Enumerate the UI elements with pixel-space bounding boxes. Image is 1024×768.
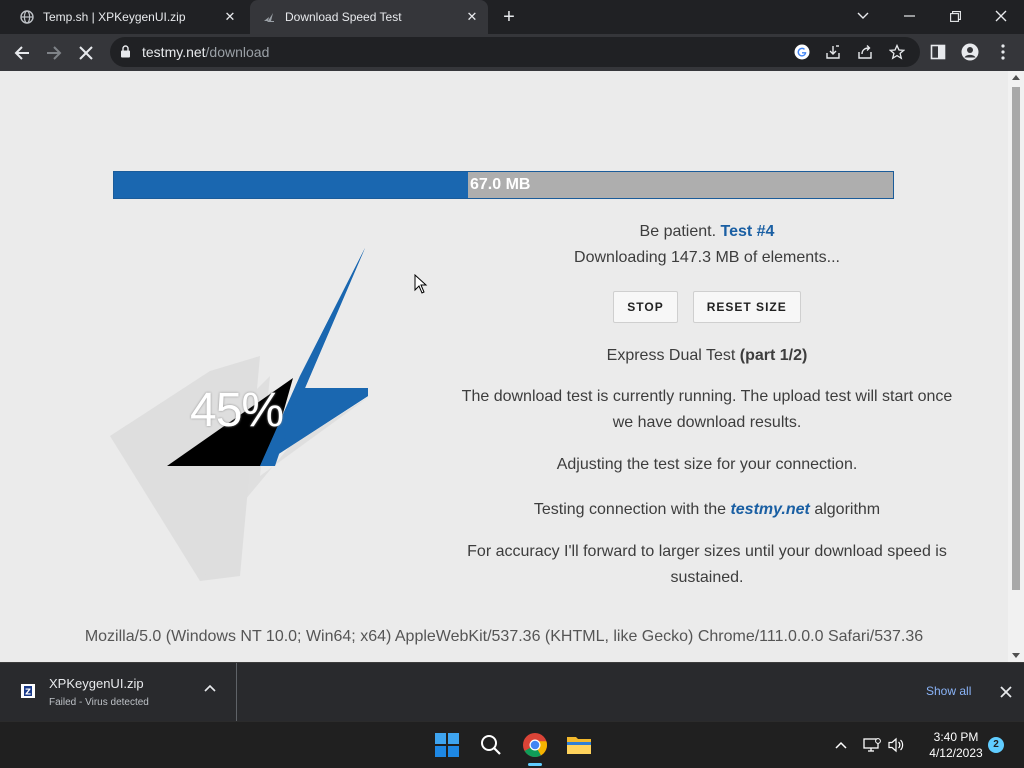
reset-size-button[interactable]: RESET SIZE xyxy=(692,291,801,323)
clock-date: 4/12/2023 xyxy=(929,746,983,760)
page-scrollbar[interactable] xyxy=(1008,71,1024,662)
google-icon[interactable] xyxy=(793,43,811,61)
scroll-up-icon[interactable] xyxy=(1012,75,1020,80)
tab-close-icon[interactable]: ✕ xyxy=(464,9,480,25)
download-item[interactable]: Z XPKeygenUI.zip Failed - Virus detected xyxy=(0,663,237,721)
chevron-up-tray-icon[interactable] xyxy=(832,736,850,754)
chevron-up-icon[interactable] xyxy=(204,684,216,692)
active-app-indicator xyxy=(528,763,542,766)
test-info-panel: Be patient. Test #4 Downloading 147.3 MB… xyxy=(456,219,958,591)
downloading-line: Downloading 147.3 MB of elements... xyxy=(574,249,840,266)
notification-badge[interactable]: 2 xyxy=(988,737,1004,753)
profile-icon[interactable] xyxy=(959,41,981,63)
download-file-name: XPKeygenUI.zip xyxy=(49,676,144,691)
search-icon[interactable] xyxy=(476,730,506,760)
network-icon[interactable] xyxy=(863,736,881,754)
back-icon[interactable] xyxy=(9,40,35,66)
share-icon[interactable] xyxy=(856,43,874,61)
url-text: testmy.net/download xyxy=(142,44,270,60)
download-progress-bar: 67.0 MB xyxy=(113,171,894,199)
new-tab-button[interactable]: + xyxy=(498,7,520,29)
stop-button[interactable]: STOP xyxy=(613,291,678,323)
adjusting-message: Adjusting the test size for your connect… xyxy=(556,456,858,473)
side-panel-icon[interactable] xyxy=(927,41,949,63)
user-agent-string: Mozilla/5.0 (Windows NT 10.0; Win64; x64… xyxy=(84,628,924,645)
zip-file-icon: Z xyxy=(21,684,35,698)
menu-kebab-icon[interactable] xyxy=(992,41,1014,63)
address-bar[interactable]: testmy.net/download xyxy=(110,37,920,67)
window-close-icon[interactable] xyxy=(978,0,1024,32)
windows-start-icon[interactable] xyxy=(432,730,462,760)
tab-temp-sh[interactable]: Temp.sh | XPKeygenUI.zip ✕ xyxy=(8,0,246,34)
tab-close-icon[interactable]: ✕ xyxy=(222,9,238,25)
tab-title: Download Speed Test xyxy=(285,10,402,24)
minimize-icon[interactable] xyxy=(886,0,932,32)
brand-link[interactable]: testmy.net xyxy=(730,501,809,518)
system-clock[interactable]: 3:40 PM 4/12/2023 xyxy=(916,729,996,761)
express-line: Express Dual Test (part 1/2) xyxy=(606,347,808,364)
test-number: Test #4 xyxy=(720,223,775,240)
running-message: The download test is currently running. … xyxy=(461,388,953,431)
lock-icon[interactable] xyxy=(120,45,131,58)
bookmark-star-icon[interactable] xyxy=(888,43,906,61)
tab-download-speed-test[interactable]: Download Speed Test ✕ xyxy=(250,0,488,34)
download-shelf: Z XPKeygenUI.zip Failed - Virus detected… xyxy=(0,662,1024,721)
accuracy-message: For accuracy I'll forward to larger size… xyxy=(467,543,947,586)
scrollbar-thumb[interactable] xyxy=(1012,87,1020,590)
clock-time: 3:40 PM xyxy=(933,730,979,744)
close-shelf-icon[interactable] xyxy=(998,684,1014,700)
download-status: Failed - Virus detected xyxy=(49,697,149,708)
file-explorer-icon[interactable] xyxy=(564,730,594,760)
stop-loading-icon[interactable] xyxy=(73,40,99,66)
progress-label: 67.0 MB xyxy=(470,176,531,193)
progress-fill xyxy=(114,172,468,198)
tab-search-chevron-icon[interactable] xyxy=(840,0,886,32)
windows-taskbar: 3:40 PM 4/12/2023 2 xyxy=(0,721,1024,768)
install-app-icon[interactable] xyxy=(824,43,842,61)
tab-title: Temp.sh | XPKeygenUI.zip xyxy=(43,10,186,24)
forward-icon[interactable] xyxy=(41,40,67,66)
page-viewport: 67.0 MB 45% Be patient. Test #4 Download… xyxy=(0,71,1024,662)
scroll-down-icon[interactable] xyxy=(1012,653,1020,658)
patience-line: Be patient. Test #4 xyxy=(639,223,775,240)
svg-text:Z: Z xyxy=(25,688,31,697)
chrome-icon[interactable] xyxy=(520,730,550,760)
globe-icon xyxy=(20,10,34,24)
volume-icon[interactable] xyxy=(888,736,906,754)
tab-strip: Temp.sh | XPKeygenUI.zip ✕ Download Spee… xyxy=(0,0,1024,34)
show-all-link[interactable]: Show all xyxy=(926,684,971,698)
mouse-cursor-icon xyxy=(414,274,428,294)
restore-icon[interactable] xyxy=(932,0,978,32)
browser-toolbar: testmy.net/download xyxy=(0,34,1024,71)
testmy-icon xyxy=(264,13,274,22)
testing-line: Testing connection with the testmy.net a… xyxy=(533,501,881,518)
progress-percent: 45% xyxy=(190,384,284,437)
